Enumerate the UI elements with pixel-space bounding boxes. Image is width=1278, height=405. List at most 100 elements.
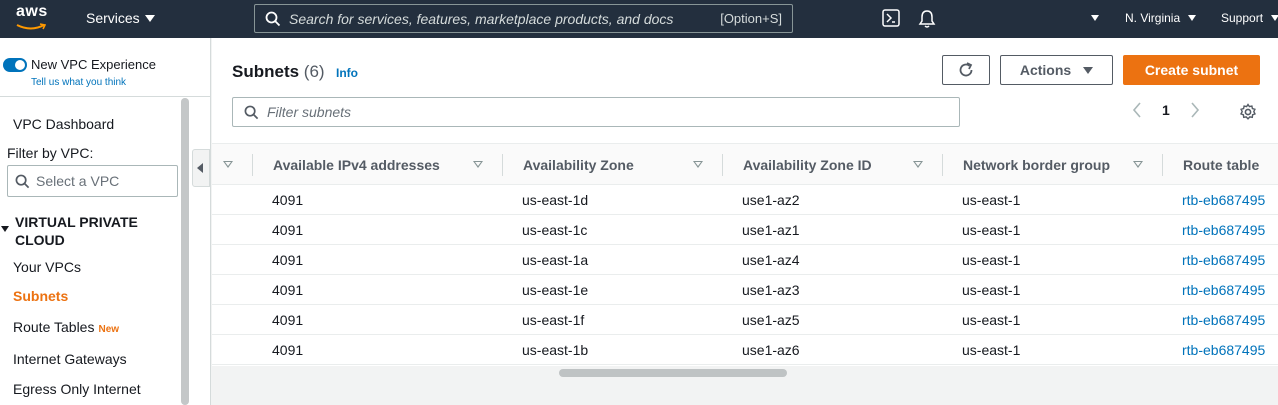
- new-badge: New: [98, 324, 120, 335]
- region-selector[interactable]: N. Virginia: [1125, 11, 1197, 25]
- cell-available-ipv4: 4091: [272, 252, 304, 268]
- global-search-box[interactable]: [Option+S]: [254, 4, 793, 33]
- search-icon: [265, 11, 281, 26]
- table-row[interactable]: 4091 us-east-1a use1-az4 us-east-1 rtb-e…: [212, 245, 1278, 275]
- refresh-icon: [959, 62, 973, 77]
- bell-icon[interactable]: [918, 9, 936, 29]
- page-title-text: Subnets: [232, 62, 300, 81]
- sidebar-item-your-vpcs[interactable]: Your VPCs: [13, 259, 81, 275]
- column-header-availability-zone[interactable]: Availability Zone: [523, 144, 634, 186]
- refresh-button[interactable]: [942, 55, 990, 85]
- section-collapse-caret-icon[interactable]: [1, 226, 9, 232]
- sidebar-item-subnets[interactable]: Subnets: [13, 288, 68, 304]
- info-link[interactable]: Info: [336, 66, 358, 80]
- subnet-count: (6): [303, 62, 325, 81]
- create-subnet-label: Create subnet: [1144, 62, 1239, 78]
- sidebar-item-label: Subnets: [13, 288, 69, 304]
- cell-availability-zone-id: use1-az6: [742, 342, 800, 358]
- current-page-number[interactable]: 1: [1162, 102, 1170, 118]
- column-header-availability-zone-id[interactable]: Availability Zone ID: [743, 144, 872, 186]
- column-header-route-table[interactable]: Route table: [1183, 144, 1259, 186]
- cell-available-ipv4: 4091: [272, 342, 304, 358]
- column-separator: [1162, 154, 1163, 176]
- main-content: Subnets (6) Info Actions Create subnet 1: [212, 38, 1278, 405]
- cell-available-ipv4: 4091: [272, 192, 304, 208]
- chevron-right-icon[interactable]: [1190, 102, 1200, 118]
- cell-route-table-link[interactable]: rtb-eb687495: [1182, 222, 1265, 238]
- column-header-network-border-group[interactable]: Network border group: [963, 144, 1110, 186]
- cell-network-border-group: us-east-1: [962, 192, 1021, 208]
- sort-icon[interactable]: [913, 161, 923, 168]
- sidebar-item-route-tables[interactable]: Route Tables New: [13, 319, 119, 335]
- column-separator: [252, 154, 253, 176]
- actions-label: Actions: [1019, 62, 1072, 78]
- sidebar-item-vpc-dashboard[interactable]: VPC Dashboard: [13, 116, 114, 132]
- caret-down-icon: [1188, 15, 1197, 21]
- cell-availability-zone: us-east-1d: [522, 192, 589, 208]
- services-label: Services: [86, 10, 140, 26]
- search-shortcut-hint: [Option+S]: [720, 11, 782, 26]
- filter-subnets-box[interactable]: [232, 97, 960, 127]
- new-vpc-experience-label: New VPC Experience: [31, 57, 156, 72]
- sort-icon[interactable]: [473, 161, 483, 168]
- cell-availability-zone: us-east-1f: [522, 312, 585, 328]
- account-caret-down-icon[interactable]: [1091, 15, 1099, 21]
- cell-network-border-group: us-east-1: [962, 222, 1021, 238]
- cell-availability-zone-id: use1-az2: [742, 192, 800, 208]
- support-menu[interactable]: Support: [1221, 11, 1278, 25]
- column-separator: [502, 154, 503, 176]
- sort-icon[interactable]: [1133, 161, 1143, 168]
- cell-route-table-link[interactable]: rtb-eb687495: [1182, 252, 1265, 268]
- table-row[interactable]: 4091 us-east-1e use1-az3 us-east-1 rtb-e…: [212, 275, 1278, 305]
- table-row[interactable]: 4091 us-east-1d use1-az2 us-east-1 rtb-e…: [212, 185, 1278, 215]
- search-icon: [15, 174, 30, 188]
- feedback-link[interactable]: Tell us what you think: [31, 77, 126, 88]
- sidebar-item-label: Egress Only Internet: [13, 381, 141, 397]
- cell-available-ipv4: 4091: [272, 312, 304, 328]
- cell-route-table-link[interactable]: rtb-eb687495: [1182, 282, 1265, 298]
- cell-availability-zone: us-east-1a: [522, 252, 589, 268]
- settings-gear-icon[interactable]: [1239, 103, 1257, 121]
- cell-availability-zone-id: use1-az3: [742, 282, 800, 298]
- aws-smile-icon: [16, 23, 46, 30]
- sort-icon[interactable]: [223, 161, 233, 168]
- cell-network-border-group: us-east-1: [962, 342, 1021, 358]
- cell-route-table-link[interactable]: rtb-eb687495: [1182, 192, 1265, 208]
- new-vpc-experience-toggle[interactable]: [3, 57, 27, 72]
- sidebar-item-egress-only-internet-gateways[interactable]: Egress Only Internet: [13, 381, 141, 397]
- sidebar-item-label: Internet Gateways: [13, 351, 127, 367]
- table-row[interactable]: 4091 us-east-1b use1-az6 us-east-1 rtb-e…: [212, 335, 1278, 365]
- cell-availability-zone-id: use1-az4: [742, 252, 800, 268]
- sidebar-item-label: Route Tables: [13, 319, 95, 335]
- services-menu-button[interactable]: Services: [86, 10, 155, 26]
- global-search-input[interactable]: [289, 10, 709, 27]
- cell-available-ipv4: 4091: [272, 282, 304, 298]
- cell-network-border-group: us-east-1: [962, 252, 1021, 268]
- section-heading-virtual-private-cloud[interactable]: VIRTUAL PRIVATE CLOUD: [15, 213, 155, 249]
- table-row[interactable]: 4091 us-east-1f use1-az5 us-east-1 rtb-e…: [212, 305, 1278, 335]
- sidebar-item-internet-gateways[interactable]: Internet Gateways: [13, 351, 127, 367]
- column-header-available-ipv4[interactable]: Available IPv4 addresses: [273, 144, 440, 186]
- new-vpc-experience-row: New VPC Experience: [3, 57, 156, 72]
- actions-dropdown-button[interactable]: Actions: [1000, 55, 1113, 85]
- sidebar-scrollbar-thumb[interactable]: [181, 98, 189, 405]
- table-horizontal-scrollbar-thumb[interactable]: [559, 369, 787, 377]
- table-row[interactable]: 4091 us-east-1c use1-az1 us-east-1 rtb-e…: [212, 215, 1278, 245]
- support-label: Support: [1221, 11, 1264, 25]
- page-title: Subnets (6): [232, 62, 325, 82]
- collapse-sidebar-button[interactable]: [192, 149, 210, 187]
- cell-route-table-link[interactable]: rtb-eb687495: [1182, 312, 1265, 328]
- top-navigation-bar: aws Services [Option+S] N. Virginia Supp…: [0, 0, 1278, 38]
- sort-icon[interactable]: [693, 161, 703, 168]
- cell-availability-zone-id: use1-az1: [742, 222, 800, 238]
- cell-route-table-link[interactable]: rtb-eb687495: [1182, 342, 1265, 358]
- cloudshell-icon[interactable]: [882, 9, 900, 27]
- create-subnet-button[interactable]: Create subnet: [1123, 55, 1260, 85]
- cell-availability-zone: us-east-1e: [522, 282, 589, 298]
- aws-logo-icon[interactable]: aws: [12, 3, 58, 33]
- vpc-select[interactable]: [7, 165, 178, 197]
- vpc-select-input[interactable]: [36, 173, 166, 189]
- sidebar: New VPC Experience Tell us what you thin…: [0, 38, 211, 405]
- chevron-left-icon[interactable]: [1132, 102, 1142, 118]
- filter-subnets-input[interactable]: [267, 104, 867, 120]
